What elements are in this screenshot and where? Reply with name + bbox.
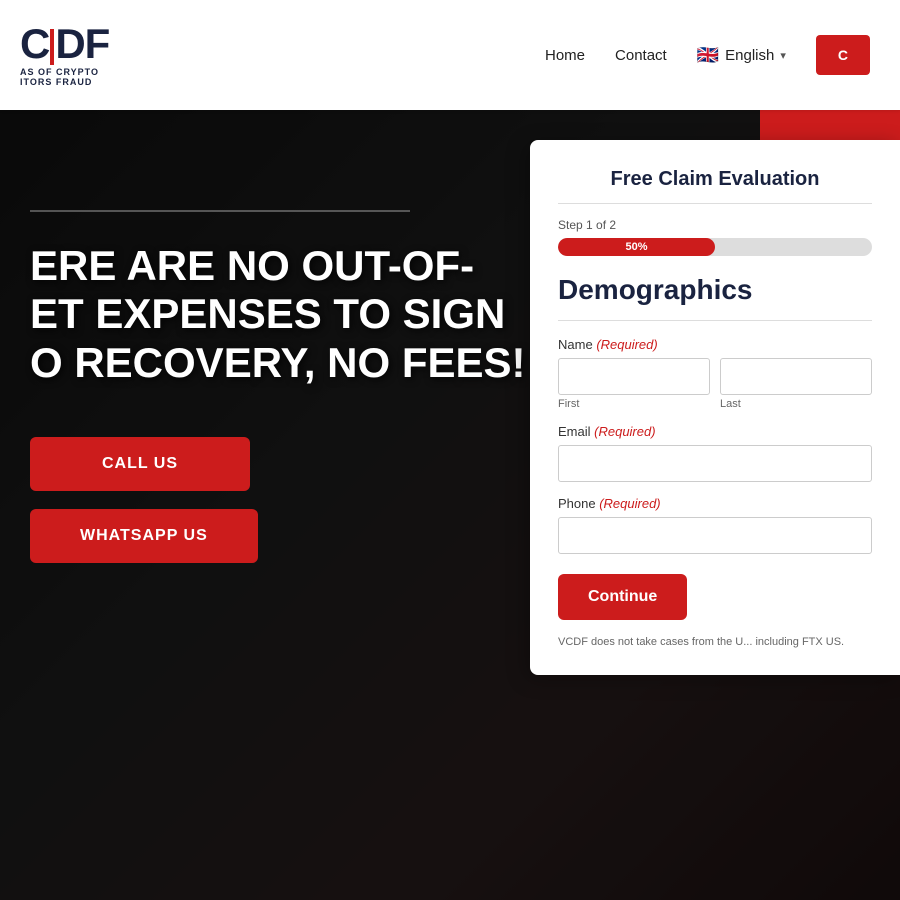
logo: CDF AS OF CRYPTO ITORS FRAUD [20, 23, 109, 87]
phone-field-group: Phone (Required) [558, 496, 872, 554]
hero-divider [30, 210, 410, 212]
nav-contact[interactable]: Contact [615, 47, 667, 64]
continue-button[interactable]: Continue [558, 574, 687, 620]
flag-icon: 🇬🇧 [697, 45, 719, 66]
whatsapp-us-button[interactable]: WHATSAPP US [30, 509, 258, 563]
disclaimer-text: VCDF does not take cases from the U... i… [558, 634, 872, 651]
form-title: Free Claim Evaluation [558, 168, 872, 191]
step-label: Step 1 of 2 [558, 218, 872, 232]
claim-form-panel: Free Claim Evaluation Step 1 of 2 50% De… [530, 140, 900, 675]
email-label: Email (Required) [558, 424, 872, 439]
nav-home[interactable]: Home [545, 47, 585, 64]
progress-percent: 50% [625, 241, 647, 253]
logo-text: CDF [20, 23, 109, 65]
logo-subtitle: AS OF CRYPTO ITORS FRAUD [20, 67, 109, 87]
name-row: First Last [558, 358, 872, 410]
chevron-down-icon: ▾ [780, 49, 786, 62]
hero-content: ERE ARE NO OUT-OF- ET EXPENSES TO SIGN O… [0, 210, 560, 563]
email-input[interactable] [558, 445, 872, 482]
demographics-heading: Demographics [558, 274, 872, 306]
header: CDF AS OF CRYPTO ITORS FRAUD Home Contac… [0, 0, 900, 110]
last-name-field: Last [720, 358, 872, 410]
last-label: Last [720, 398, 872, 410]
header-cta-button[interactable]: C [816, 35, 870, 75]
progress-bar-fill: 50% [558, 238, 715, 256]
first-label: First [558, 398, 710, 410]
main-nav: Home Contact 🇬🇧 English ▾ C [545, 35, 870, 75]
first-name-field: First [558, 358, 710, 410]
hero-section: ERE ARE NO OUT-OF- ET EXPENSES TO SIGN O… [0, 110, 900, 900]
first-name-input[interactable] [558, 358, 710, 395]
hero-buttons: CALL US WHATSAPP US [30, 437, 530, 563]
email-field-group: Email (Required) [558, 424, 872, 482]
logo-red-bar [50, 29, 54, 65]
name-label: Name (Required) [558, 337, 872, 352]
form-section-divider [558, 320, 872, 321]
name-field-group: Name (Required) First Last [558, 337, 872, 410]
email-required: (Required) [594, 424, 655, 439]
phone-input[interactable] [558, 517, 872, 554]
phone-label: Phone (Required) [558, 496, 872, 511]
progress-bar: 50% [558, 238, 872, 256]
name-required: (Required) [596, 337, 657, 352]
form-title-divider [558, 203, 872, 204]
phone-required: (Required) [599, 496, 660, 511]
hero-title: ERE ARE NO OUT-OF- ET EXPENSES TO SIGN O… [30, 242, 530, 387]
last-name-input[interactable] [720, 358, 872, 395]
language-selector[interactable]: 🇬🇧 English ▾ [697, 45, 786, 66]
language-label: English [725, 47, 774, 64]
call-us-button[interactable]: CALL US [30, 437, 250, 491]
